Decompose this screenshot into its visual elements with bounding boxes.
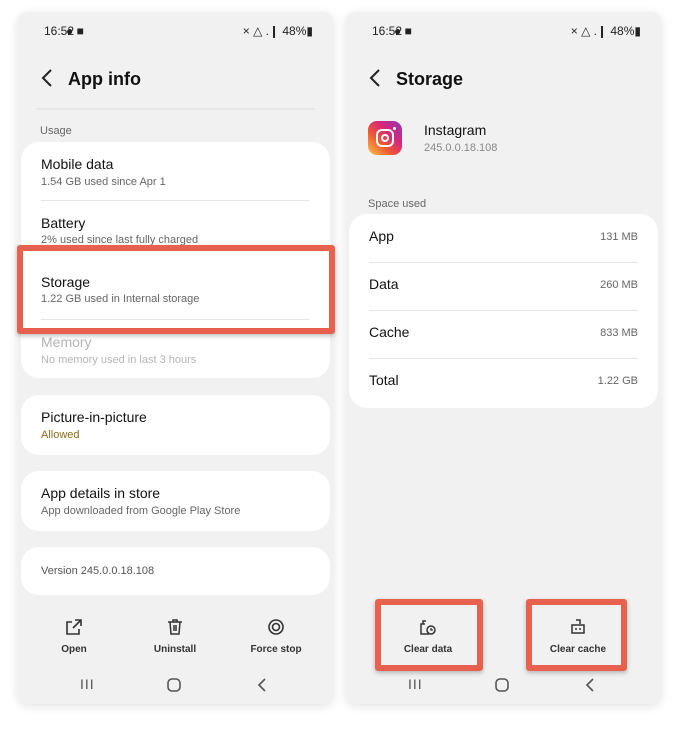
data-size-row: Data 260 MB bbox=[349, 262, 658, 310]
open-button[interactable]: Open bbox=[29, 618, 119, 655]
force-stop-icon bbox=[231, 618, 321, 640]
store-sub: App downloaded from Google Play Store bbox=[41, 505, 241, 517]
cache-size-label: Cache bbox=[369, 324, 410, 340]
home-button[interactable] bbox=[494, 677, 510, 698]
instagram-icon bbox=[368, 121, 402, 155]
app-name: Instagram bbox=[424, 122, 487, 138]
app-version: 245.0.0.18.108 bbox=[424, 142, 498, 154]
recents-button[interactable]: III bbox=[80, 676, 95, 692]
nav-back-button[interactable] bbox=[584, 677, 596, 698]
space-used-label: Space used bbox=[368, 198, 427, 210]
app-info-header: App info bbox=[36, 67, 315, 97]
open-label: Open bbox=[61, 644, 87, 655]
back-arrow-icon[interactable] bbox=[40, 67, 54, 95]
pip-card[interactable]: Picture-in-picture Allowed bbox=[21, 395, 330, 455]
force-stop-button[interactable]: Force stop bbox=[231, 618, 321, 655]
clear-cache-highlight bbox=[526, 599, 627, 671]
cache-size-value: 833 MB bbox=[600, 327, 638, 339]
total-size-value: 1.22 GB bbox=[597, 375, 638, 387]
pip-status: Allowed bbox=[41, 429, 80, 441]
memory-title: Memory bbox=[41, 334, 92, 350]
total-size-row: Total 1.22 GB bbox=[349, 358, 658, 406]
version-text: Version 245.0.0.18.108 bbox=[41, 565, 155, 577]
force-stop-label: Force stop bbox=[250, 644, 302, 655]
home-button[interactable] bbox=[166, 677, 182, 698]
app-actions-bar: Open Uninstall Force stop bbox=[18, 618, 333, 670]
total-size-label: Total bbox=[369, 372, 399, 388]
mobile-data-title: Mobile data bbox=[41, 156, 114, 172]
uninstall-label: Uninstall bbox=[153, 644, 197, 655]
pip-title: Picture-in-picture bbox=[41, 409, 147, 425]
app-size-label: App bbox=[369, 228, 394, 244]
navigation-bar: III bbox=[18, 676, 333, 704]
battery-title: Battery bbox=[41, 215, 86, 231]
nav-back-button[interactable] bbox=[256, 677, 268, 698]
status-bar: 16:52 ● ■ × △ .❙ 48%▮ bbox=[18, 12, 333, 48]
usage-section-label: Usage bbox=[40, 125, 72, 137]
recents-button[interactable]: III bbox=[408, 676, 423, 692]
cache-size-row: Cache 833 MB bbox=[349, 310, 658, 358]
clear-data-highlight bbox=[375, 599, 483, 671]
mobile-data-sub: 1.54 GB used since Apr 1 bbox=[41, 176, 166, 188]
storage-row-highlight bbox=[17, 245, 335, 334]
store-title: App details in store bbox=[41, 485, 161, 501]
space-used-card: App 131 MB Data 260 MB Cache 833 MB Tota… bbox=[349, 214, 658, 408]
header-divider bbox=[36, 108, 315, 110]
version-card: Version 245.0.0.18.108 bbox=[21, 547, 330, 595]
app-size-row: App 131 MB bbox=[349, 214, 658, 262]
notification-icons: ● ■ bbox=[394, 24, 412, 38]
storage-header: Storage bbox=[364, 67, 643, 97]
data-size-label: Data bbox=[369, 276, 399, 292]
app-info-screen: 16:52 ● ■ × △ .❙ 48%▮ App info Usage Mob… bbox=[18, 12, 333, 704]
back-arrow-icon[interactable] bbox=[368, 67, 382, 95]
navigation-bar: III bbox=[346, 676, 661, 704]
page-title: Storage bbox=[396, 69, 464, 89]
trash-icon bbox=[130, 618, 220, 640]
open-external-icon bbox=[29, 618, 119, 640]
store-card[interactable]: App details in store App downloaded from… bbox=[21, 471, 330, 531]
mobile-data-row[interactable]: Mobile data 1.54 GB used since Apr 1 bbox=[21, 142, 330, 200]
status-indicators: × △ .❙ 48%▮ bbox=[242, 24, 313, 38]
status-bar: 16:52 ● ■ × △ .❙ 48%▮ bbox=[346, 12, 661, 48]
memory-sub: No memory used in last 3 hours bbox=[41, 354, 197, 366]
uninstall-button[interactable]: Uninstall bbox=[130, 618, 220, 655]
data-size-value: 260 MB bbox=[600, 279, 638, 291]
app-size-value: 131 MB bbox=[600, 231, 638, 243]
notification-icons: ● ■ bbox=[66, 24, 84, 38]
page-title: App info bbox=[68, 69, 141, 89]
status-indicators: × △ .❙ 48%▮ bbox=[570, 24, 641, 38]
